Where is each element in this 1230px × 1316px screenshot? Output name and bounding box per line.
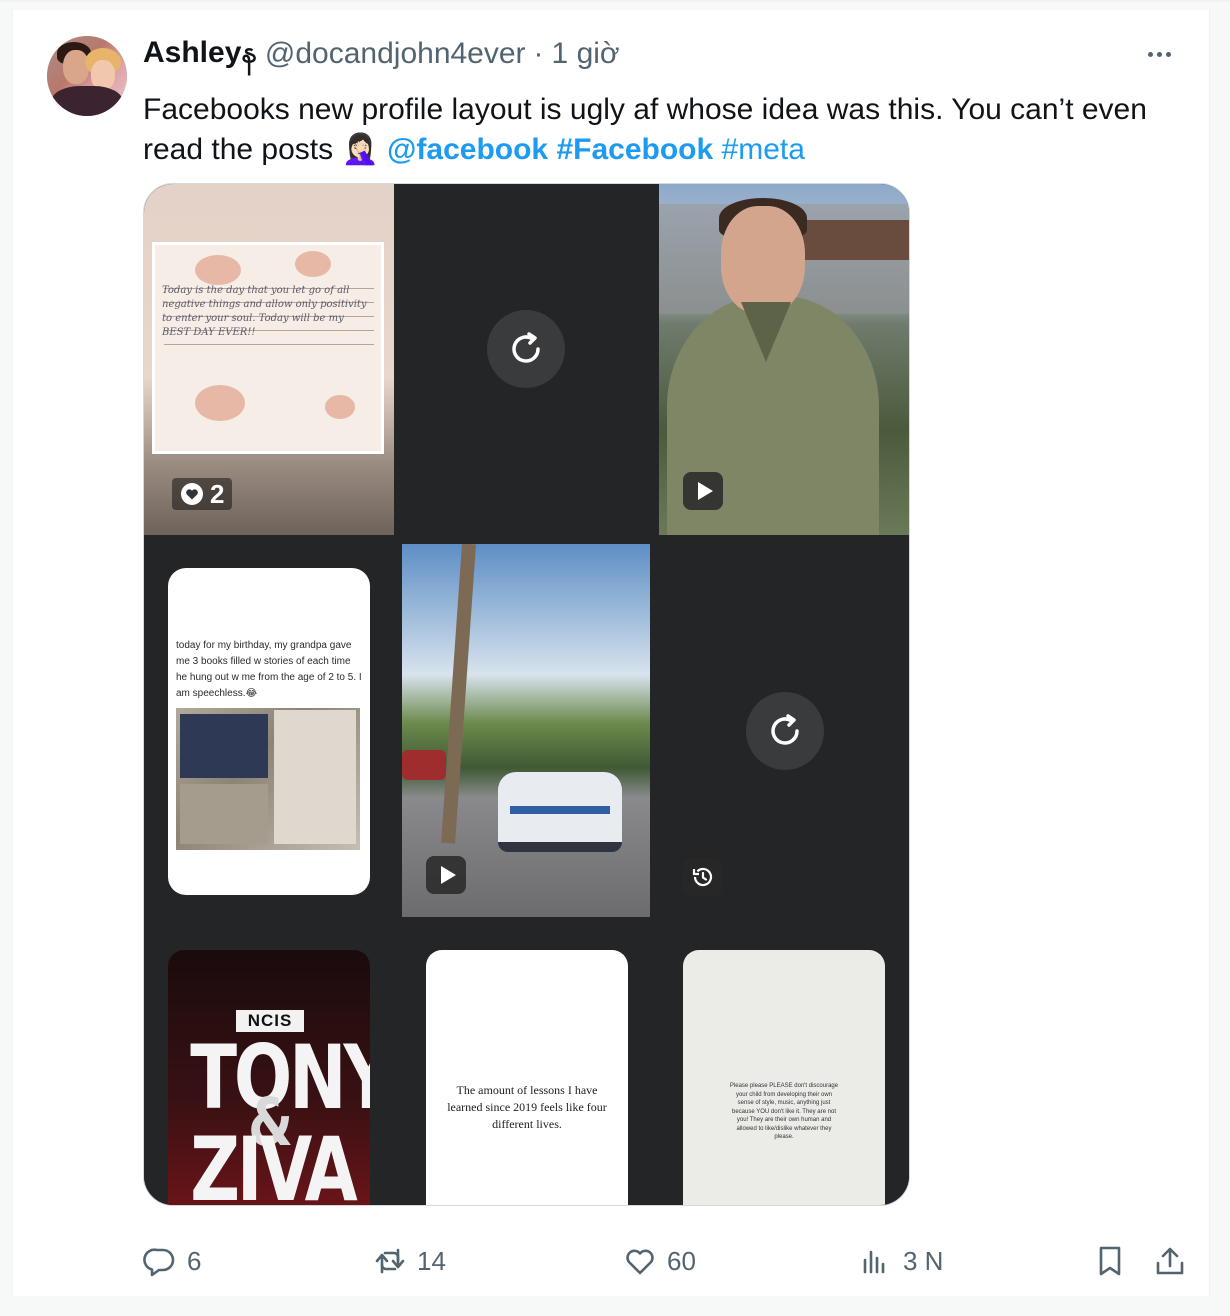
books-photo (176, 708, 360, 850)
share-icon (1156, 1247, 1184, 1275)
refresh-icon[interactable] (487, 310, 565, 388)
ncis-poster: NCIS TONY & ZIVA (168, 950, 370, 1206)
separator-dot: · (533, 37, 544, 70)
tweet-text: Facebooks new profile layout is ugly af … (143, 90, 1183, 170)
bookmark-button[interactable] (1093, 1238, 1127, 1284)
refresh-icon[interactable] (746, 692, 824, 770)
grid-post-street-video (402, 544, 650, 917)
mention-link[interactable]: @facebook (387, 133, 548, 166)
play-icon[interactable] (426, 856, 466, 894)
tweet-card[interactable]: Ashleyန @docandjohn4ever · 1 giờ Faceboo… (12, 10, 1210, 1296)
reply-button[interactable]: 6 (143, 1238, 201, 1284)
lessons-text: The amount of lessons I have learned sin… (447, 1083, 607, 1131)
retweet-icon (375, 1248, 405, 1274)
retweet-count: 14 (417, 1245, 446, 1276)
note-frame (152, 242, 384, 454)
grid-post-parenting: Please please PLEASE don't discourage yo… (659, 926, 909, 1205)
bookmark-icon (1099, 1246, 1121, 1276)
hashtag-link-meta[interactable]: #meta (722, 133, 805, 166)
birthday-card: today for my birthday, my grandpa gave m… (168, 568, 370, 895)
reply-icon (143, 1248, 175, 1277)
hashtag-link-facebook[interactable]: #Facebook (556, 133, 713, 166)
reply-count: 6 (187, 1245, 202, 1276)
history-icon[interactable] (683, 858, 723, 896)
parenting-card: Please please PLEASE don't discourage yo… (683, 950, 885, 1205)
retweet-button[interactable]: 14 (373, 1238, 446, 1284)
top-divider (0, 0, 1230, 2)
share-button[interactable] (1153, 1238, 1187, 1284)
grid-post-news-video (659, 184, 909, 535)
grid-post-ncis: NCIS TONY & ZIVA (144, 926, 394, 1206)
grid-post-note: Today is the day that you let go of all … (144, 184, 394, 535)
like-button[interactable]: 60 (623, 1238, 696, 1284)
tweet-header: Ashleyန @docandjohn4ever · 1 giờ (143, 36, 620, 72)
note-text: Today is the day that you let go of all … (162, 285, 367, 338)
like-badge-count: 2 (210, 478, 225, 509)
tweet-time[interactable]: 1 giờ (552, 37, 620, 71)
birthday-caption: today for my birthday, my grandpa gave m… (176, 640, 362, 699)
heart-icon (181, 483, 203, 505)
grid-post-birthday: today for my birthday, my grandpa gave m… (144, 544, 394, 917)
like-icon (626, 1249, 654, 1275)
more-icon[interactable] (1141, 40, 1177, 68)
grid-post-loading (659, 544, 909, 917)
like-badge: 2 (172, 478, 233, 510)
views-count: 3 N (903, 1245, 944, 1276)
author-name[interactable]: Ashleyန (143, 32, 257, 77)
author-handle[interactable]: @docandjohn4ever (265, 37, 526, 71)
media-image[interactable]: Today is the day that you let go of all … (143, 183, 910, 1206)
parenting-text: Please please PLEASE don't discourage yo… (729, 1083, 839, 1140)
views-button[interactable]: 3 N (859, 1238, 943, 1284)
grid-post-lessons: The amount of lessons I have learned sin… (402, 926, 650, 1205)
lessons-card: The amount of lessons I have learned sin… (426, 950, 628, 1205)
play-icon[interactable] (683, 472, 723, 510)
poster-title-ziva: ZIVA (190, 1118, 358, 1206)
like-count: 60 (667, 1245, 696, 1276)
avatar[interactable] (47, 36, 127, 116)
views-icon (863, 1250, 885, 1274)
grid-post-loading (402, 184, 650, 535)
action-bar: 6 14 60 3 N (143, 1238, 1193, 1284)
